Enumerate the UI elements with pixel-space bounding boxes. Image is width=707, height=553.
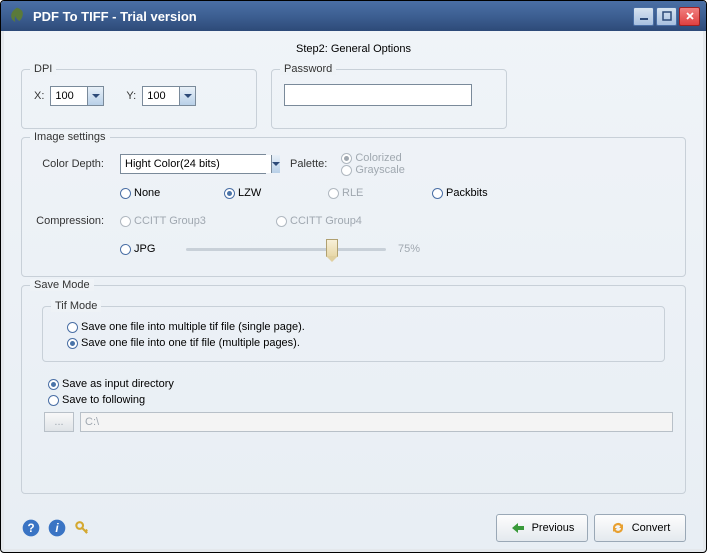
label: Colorized <box>355 152 401 164</box>
jpg-quality-value: 75% <box>398 243 420 255</box>
dpi-y-label: Y: <box>126 90 136 102</box>
window: PDF To TIFF - Trial version Step2: Gener… <box>0 0 707 553</box>
help-icon[interactable]: ? <box>21 518 41 538</box>
compression-label: Compression: <box>34 215 110 227</box>
compression-none-radio[interactable]: None <box>120 187 224 199</box>
label: LZW <box>238 187 261 199</box>
label: Save one file into multiple tif file (si… <box>81 321 305 333</box>
minimize-button[interactable] <box>633 7 654 26</box>
save-mode-legend: Save Mode <box>30 279 94 291</box>
previous-button[interactable]: Previous <box>496 514 588 542</box>
tif-mode-legend: Tif Mode <box>51 300 101 312</box>
compression-ccitt4-radio: CCITT Group4 <box>276 215 432 227</box>
color-depth-value[interactable] <box>121 155 271 173</box>
color-depth-combo[interactable] <box>120 154 266 174</box>
maximize-button[interactable] <box>656 7 677 26</box>
app-leaf-icon <box>7 6 27 26</box>
label: JPG <box>134 243 155 255</box>
save-to-following-radio[interactable]: Save to following <box>48 394 673 406</box>
tif-multi-radio[interactable]: Save one file into one tif file (multipl… <box>67 337 652 349</box>
password-group: Password <box>271 69 507 129</box>
slider-thumb-icon[interactable] <box>326 239 338 257</box>
compression-rle-radio: RLE <box>328 187 432 199</box>
palette-colorized-radio: Colorized <box>341 152 405 164</box>
password-legend: Password <box>280 63 336 75</box>
tif-mode-group: Tif Mode Save one file into multiple tif… <box>42 306 665 362</box>
palette-grayscale-radio: Grayscale <box>341 164 405 176</box>
compression-lzw-radio[interactable]: LZW <box>224 187 328 199</box>
titlebar: PDF To TIFF - Trial version <box>1 1 706 31</box>
top-row: DPI X: Y: Password <box>21 69 686 129</box>
content: Step2: General Options DPI X: Y: <box>1 31 706 504</box>
dpi-x-input[interactable] <box>50 86 104 106</box>
palette-label: Palette: <box>290 158 327 170</box>
label: Save one file into one tif file (multipl… <box>81 337 300 349</box>
chevron-down-icon[interactable] <box>271 155 280 173</box>
label: Previous <box>532 522 575 534</box>
label: CCITT Group3 <box>134 215 206 227</box>
compression-packbits-radio[interactable]: Packbits <box>432 187 536 199</box>
label: Packbits <box>446 187 488 199</box>
color-depth-label: Color Depth: <box>34 158 110 170</box>
path-input <box>80 412 673 432</box>
save-mode-group: Save Mode Tif Mode Save one file into mu… <box>21 285 686 494</box>
label: None <box>134 187 160 199</box>
label: CCITT Group4 <box>290 215 362 227</box>
label: Grayscale <box>355 164 405 176</box>
window-title: PDF To TIFF - Trial version <box>33 9 631 24</box>
password-input[interactable] <box>284 84 472 106</box>
chevron-down-icon[interactable] <box>87 87 103 105</box>
save-as-input-radio[interactable]: Save as input directory <box>48 378 673 390</box>
label: RLE <box>342 187 363 199</box>
compression-jpg-radio[interactable]: JPG <box>120 243 174 255</box>
convert-button[interactable]: Convert <box>594 514 686 542</box>
dpi-x-label: X: <box>34 90 44 102</box>
label: Save as input directory <box>62 378 174 390</box>
info-icon[interactable]: i <box>47 518 67 538</box>
dpi-x-field[interactable] <box>51 90 87 102</box>
label: Save to following <box>62 394 145 406</box>
key-icon[interactable] <box>73 518 93 538</box>
dpi-legend: DPI <box>30 63 56 75</box>
close-button[interactable] <box>679 7 700 26</box>
label: Convert <box>632 522 671 534</box>
step-label: Step2: General Options <box>21 41 686 61</box>
refresh-icon <box>610 521 626 535</box>
compression-ccitt3-radio: CCITT Group3 <box>120 215 276 227</box>
svg-text:?: ? <box>27 522 34 535</box>
dpi-y-input[interactable] <box>142 86 196 106</box>
jpg-quality-slider[interactable] <box>186 241 386 257</box>
arrow-left-icon <box>510 522 526 534</box>
footer: ? i Previous Convert <box>1 504 706 552</box>
tif-single-radio[interactable]: Save one file into multiple tif file (si… <box>67 321 652 333</box>
dpi-group: DPI X: Y: <box>21 69 257 129</box>
dpi-y-field[interactable] <box>143 90 179 102</box>
browse-button: ... <box>44 412 74 432</box>
image-settings-group: Image settings Color Depth: Palette: Col… <box>21 137 686 277</box>
image-settings-legend: Image settings <box>30 131 110 143</box>
chevron-down-icon[interactable] <box>179 87 195 105</box>
